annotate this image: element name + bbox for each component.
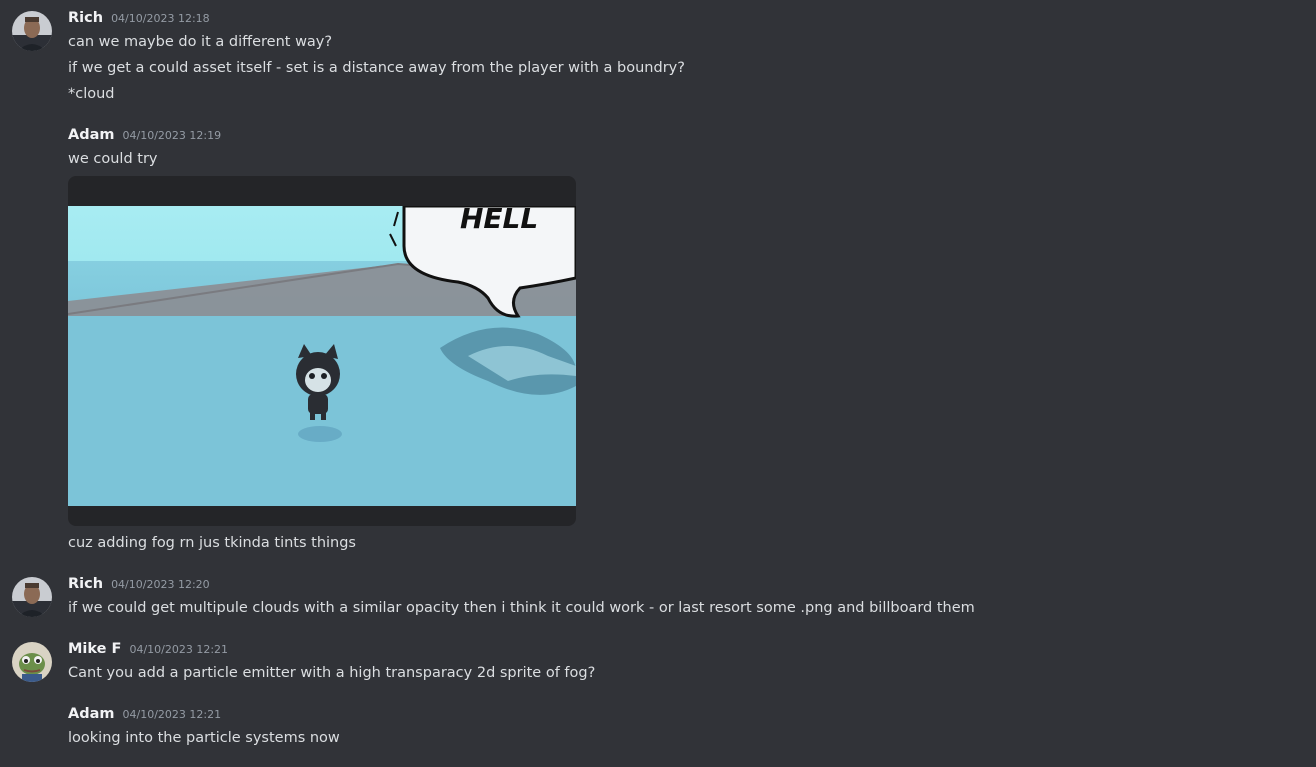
- speech-bubble-text: HELL: [460, 206, 538, 235]
- message-timestamp: 04/10/2023 12:18: [111, 12, 210, 25]
- message-header: Adam 04/10/2023 12:19: [68, 127, 221, 147]
- message-text: Cant you add a particle emitter with a h…: [68, 665, 596, 681]
- message-text: cuz adding fog rn jus tkinda tints thing…: [68, 535, 356, 551]
- message-text: if we could get multipule clouds with a …: [68, 600, 975, 616]
- message-text: looking into the particle systems now: [68, 730, 340, 746]
- avatar-rich[interactable]: [12, 11, 52, 51]
- author-name[interactable]: Adam: [68, 706, 115, 722]
- message-text: can we maybe do it a different way?: [68, 34, 333, 50]
- image-attachment[interactable]: HELL: [68, 176, 576, 526]
- message-timestamp: 04/10/2023 12:21: [122, 708, 222, 721]
- message-timestamp: 04/10/2023 12:19: [122, 129, 222, 142]
- author-name[interactable]: Rich: [68, 576, 103, 592]
- message-header: Rich 04/10/2023 12:20: [68, 576, 210, 596]
- message-text: *cloud: [68, 86, 115, 102]
- message-text: if we get a could asset itself - set is …: [68, 60, 685, 76]
- message-timestamp: 04/10/2023 12:20: [111, 578, 210, 591]
- author-name[interactable]: Adam: [68, 127, 115, 143]
- message-header: Rich 04/10/2023 12:18: [68, 10, 210, 30]
- author-name[interactable]: Rich: [68, 10, 103, 26]
- author-name[interactable]: Mike F: [68, 641, 121, 657]
- message-text: we could try: [68, 151, 158, 167]
- avatar-rich[interactable]: [12, 577, 52, 617]
- avatar-mike-f[interactable]: [12, 642, 52, 682]
- game-screenshot-image: HELL: [68, 206, 576, 506]
- chat-message-list: Rich 04/10/2023 12:18 can we maybe do it…: [0, 0, 1316, 767]
- message-timestamp: 04/10/2023 12:21: [129, 643, 229, 656]
- message-header: Mike F 04/10/2023 12:21: [68, 641, 228, 661]
- message-header: Adam 04/10/2023 12:21: [68, 706, 221, 726]
